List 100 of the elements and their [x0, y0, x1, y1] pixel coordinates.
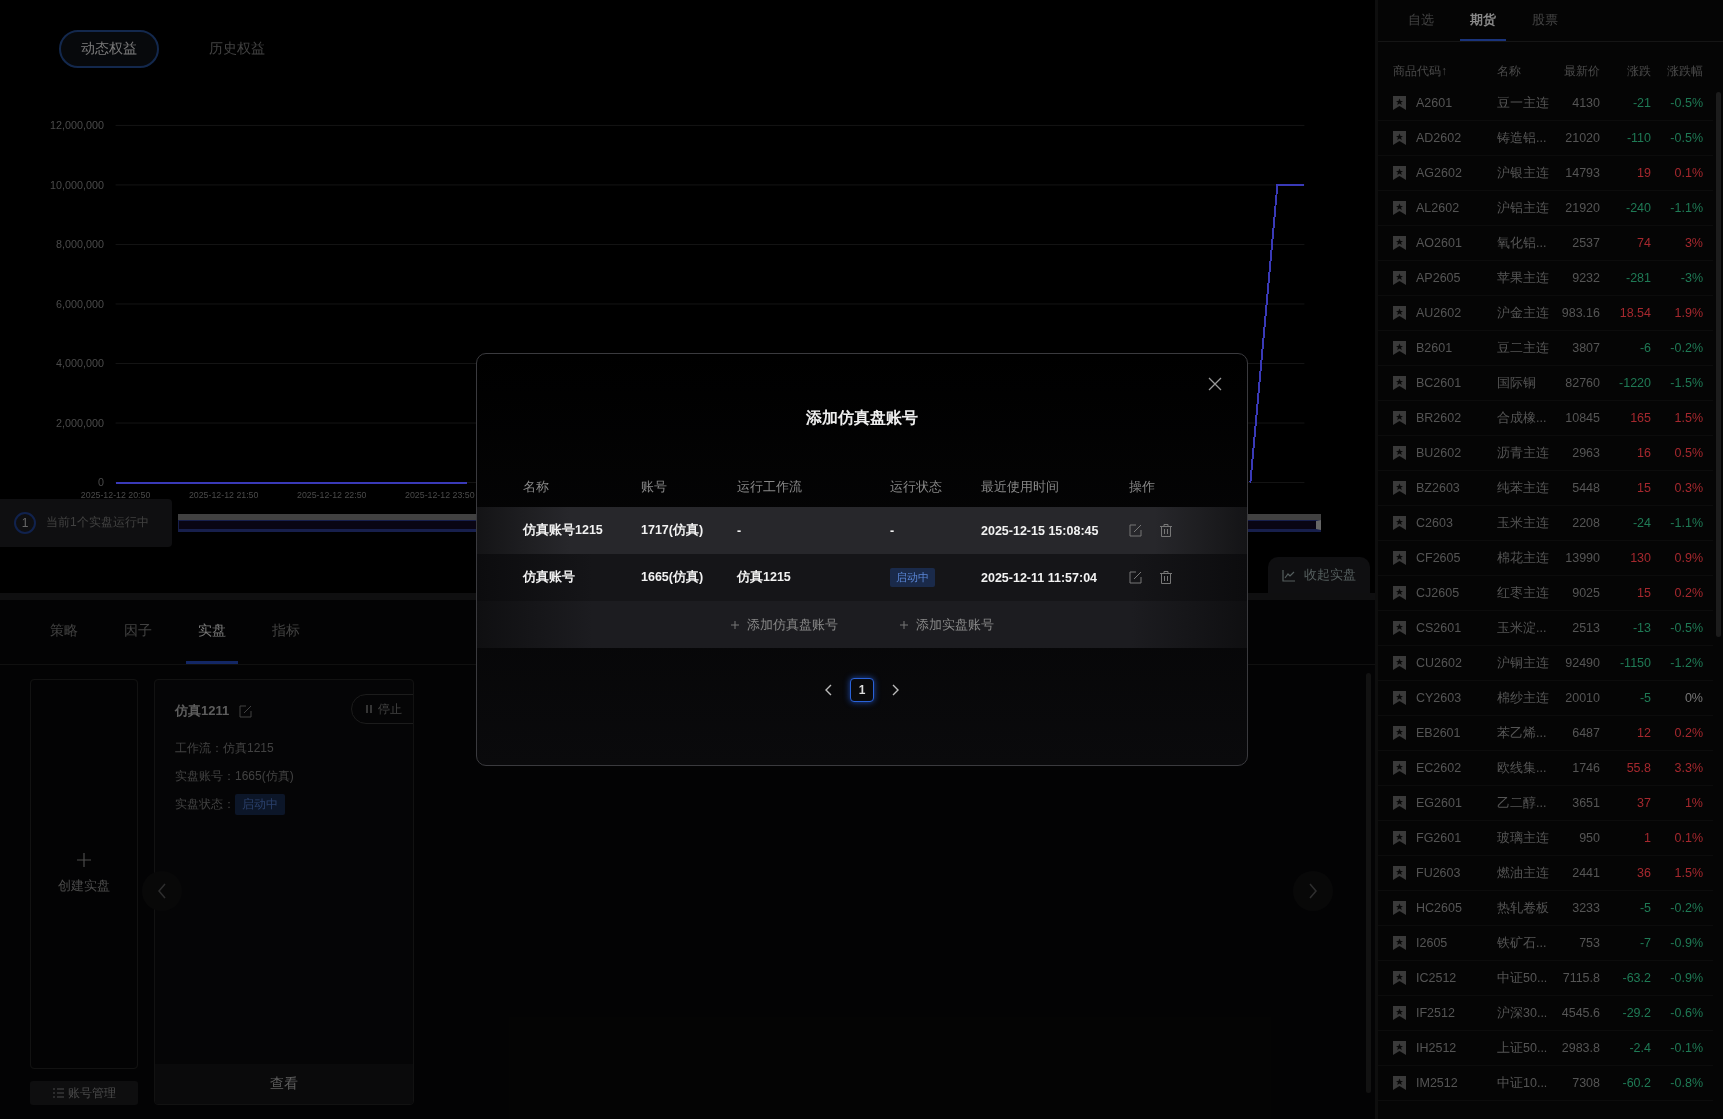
- bookmark-star-icon[interactable]: [1393, 691, 1406, 705]
- column-header[interactable]: 涨跌幅: [1651, 62, 1703, 80]
- table-cell-text: 74: [1636, 236, 1651, 250]
- bookmark-star-icon[interactable]: [1393, 551, 1406, 565]
- bookmark-star-icon[interactable]: [1393, 866, 1406, 880]
- bookmark-star-icon[interactable]: [1393, 971, 1406, 985]
- table-cell-text: 4545.6: [1560, 1006, 1600, 1020]
- view-button[interactable]: 查看: [155, 1064, 413, 1104]
- bookmark-star-icon[interactable]: [1393, 1006, 1406, 1020]
- table-cell-text: 950: [1578, 831, 1600, 845]
- bookmark-star-icon[interactable]: [1393, 236, 1406, 250]
- bookmark-star-icon[interactable]: [1393, 656, 1406, 670]
- status-tag: 启动中: [890, 568, 935, 587]
- table-cell-text: -0.5%: [1669, 621, 1703, 635]
- table-cell-text: 燃油主连: [1497, 864, 1550, 882]
- bookmark-star-icon[interactable]: [1393, 586, 1406, 600]
- bookmark-star-icon[interactable]: [1393, 96, 1406, 110]
- next-button[interactable]: [1293, 871, 1333, 911]
- add-account-link[interactable]: 添加仿真盘账号: [724, 601, 844, 648]
- table-cell-text: IH2512: [1416, 1041, 1458, 1055]
- table-cell-text: AL2602: [1416, 201, 1461, 215]
- bookmark-star-icon[interactable]: [1393, 621, 1406, 635]
- bookmark-star-icon[interactable]: [1393, 306, 1406, 320]
- table-cell-text: -281: [1624, 271, 1651, 285]
- bookmark-star-icon[interactable]: [1393, 446, 1406, 460]
- count-badge: 1: [14, 511, 36, 534]
- table-cell-text: 2537: [1571, 236, 1600, 250]
- table-cell-text: 21020: [1564, 131, 1600, 145]
- collapse-button[interactable]: 收起实盘: [1268, 557, 1370, 593]
- table-cell-text: 82760: [1564, 376, 1600, 390]
- bookmark-star-icon[interactable]: [1393, 516, 1406, 530]
- table-cell-text: 棉纱主连: [1497, 689, 1550, 707]
- table-cell-text: 2441: [1571, 866, 1600, 880]
- close-icon[interactable]: [1208, 377, 1222, 391]
- page-button[interactable]: 1: [850, 678, 874, 702]
- table-cell-text: 沪深30...: [1497, 1004, 1549, 1022]
- equity-tab[interactable]: 历史权益: [187, 30, 287, 68]
- table-cell-text: 0.3%: [1673, 481, 1703, 495]
- table-row[interactable]: 仿真账号1215 1717(仿真) - - 2025-12-15 15:08:45: [477, 507, 1247, 554]
- edit-icon[interactable]: [1129, 524, 1142, 537]
- bookmark-star-icon[interactable]: [1393, 936, 1406, 950]
- table-cell-text: -1.1%: [1669, 201, 1703, 215]
- table-cell-text: A2601: [1416, 96, 1454, 110]
- table-cell-text: -13: [1631, 621, 1651, 635]
- table-row[interactable]: 仿真账号 1665(仿真) 仿真1215 启动中 2025-12-11 11:57:04: [477, 554, 1247, 601]
- market-tab[interactable]: 自选: [1398, 0, 1444, 41]
- column-header[interactable]: 商品代码↑: [1393, 62, 1497, 80]
- edit-icon[interactable]: [239, 704, 253, 718]
- table-cell-text: 中证50...: [1497, 969, 1549, 987]
- column-header[interactable]: 名称: [1497, 62, 1555, 80]
- card-title: 仿真1211: [175, 702, 230, 720]
- bookmark-star-icon[interactable]: [1393, 411, 1406, 425]
- table-cell-text: 3.3%: [1673, 761, 1703, 775]
- table-cell-text: 玉米淀...: [1497, 619, 1548, 637]
- x-tick-label: 2025-12-12 21:50: [188, 490, 259, 501]
- section-tab[interactable]: 指标: [260, 600, 312, 664]
- chevron-left-icon: [157, 883, 167, 899]
- table-cell-text: 1.5%: [1673, 411, 1703, 425]
- bookmark-star-icon[interactable]: [1393, 1076, 1406, 1090]
- table-cell-text: -1150: [1618, 656, 1651, 670]
- trash-icon[interactable]: [1160, 524, 1172, 537]
- bookmark-star-icon[interactable]: [1393, 901, 1406, 915]
- edit-icon[interactable]: [1129, 571, 1142, 584]
- bookmark-star-icon[interactable]: [1393, 341, 1406, 355]
- table-cell-text: 中证10...: [1497, 1074, 1549, 1092]
- bookmark-star-icon[interactable]: [1393, 481, 1406, 495]
- table-cell-text: 棉花主连: [1497, 549, 1550, 567]
- market-tab[interactable]: 期货: [1460, 0, 1506, 41]
- table-cell-text: 37: [1636, 796, 1651, 810]
- trash-icon[interactable]: [1160, 571, 1172, 584]
- add-account-link[interactable]: 添加实盘账号: [893, 601, 1000, 648]
- table-cell-text: 92490: [1564, 656, 1600, 670]
- chevron-left-icon[interactable]: [824, 684, 832, 696]
- bookmark-star-icon[interactable]: [1393, 271, 1406, 285]
- table-cell-text: -60.2: [1621, 1076, 1651, 1090]
- table-cell-text: EG2601: [1416, 796, 1463, 810]
- bookmark-star-icon[interactable]: [1393, 201, 1406, 215]
- section-tab[interactable]: 策略: [38, 600, 90, 664]
- bookmark-star-icon[interactable]: [1393, 726, 1406, 740]
- table-cell-text: 氧化铝...: [1497, 234, 1548, 252]
- table-cell-text: CY2603: [1416, 691, 1463, 705]
- bookmark-star-icon[interactable]: [1393, 761, 1406, 775]
- table-cell-text: 3651: [1571, 796, 1600, 810]
- market-tab[interactable]: 股票: [1522, 0, 1568, 41]
- field-label: 工作流：: [175, 739, 223, 757]
- bookmark-star-icon[interactable]: [1393, 831, 1406, 845]
- create-card[interactable]: 创建实盘: [30, 679, 138, 1069]
- bookmark-star-icon[interactable]: [1393, 796, 1406, 810]
- table-cell-text: 热轧卷板: [1497, 899, 1550, 917]
- chevron-right-icon[interactable]: [892, 684, 900, 696]
- column-header[interactable]: 最新价: [1555, 62, 1600, 80]
- equity-tab[interactable]: 动态权益: [59, 30, 159, 68]
- column-header[interactable]: 涨跌: [1600, 62, 1651, 80]
- section-tab[interactable]: 因子: [112, 600, 164, 664]
- table-cell-text: -: [890, 523, 896, 538]
- bookmark-star-icon[interactable]: [1393, 166, 1406, 180]
- section-tab[interactable]: 实盘: [186, 600, 238, 664]
- bookmark-star-icon[interactable]: [1393, 376, 1406, 390]
- bookmark-star-icon[interactable]: [1393, 1041, 1406, 1055]
- bookmark-star-icon[interactable]: [1393, 131, 1406, 145]
